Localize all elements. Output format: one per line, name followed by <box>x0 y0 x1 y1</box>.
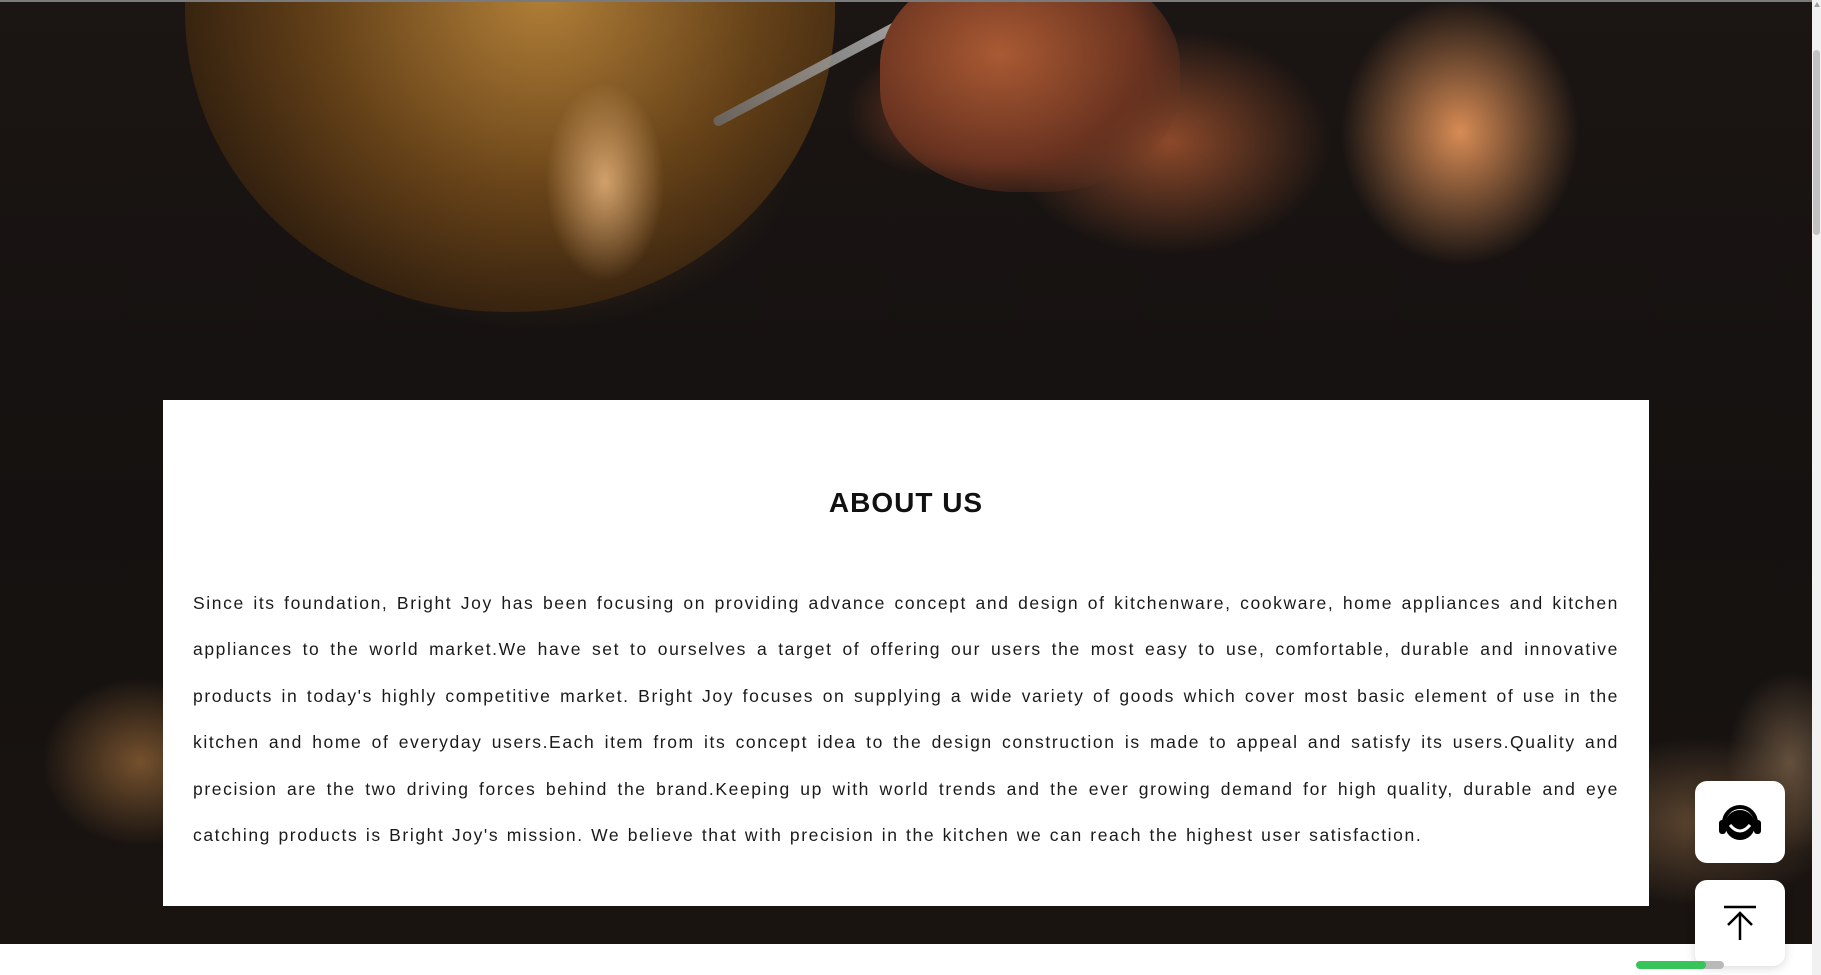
headset-icon <box>1719 805 1761 840</box>
scrollbar-thumb[interactable] <box>1813 50 1820 235</box>
about-us-card: ABOUT US Since its foundation, Bright Jo… <box>163 400 1649 906</box>
scroll-progress-fill <box>1636 961 1707 969</box>
about-us-heading: ABOUT US <box>828 486 984 518</box>
hand-image <box>880 2 1180 192</box>
page-scrollbar[interactable] <box>1812 0 1821 975</box>
scroll-progress-bar <box>1636 961 1724 969</box>
scroll-up-arrow-icon[interactable] <box>1814 2 1820 7</box>
customer-support-button[interactable] <box>1695 781 1785 863</box>
mixing-bowl-image <box>185 2 835 312</box>
arrow-up-to-top-icon <box>1724 905 1756 940</box>
back-to-top-button[interactable] <box>1695 880 1785 966</box>
about-us-description: Since its foundation, Bright Joy has bee… <box>193 592 1619 846</box>
